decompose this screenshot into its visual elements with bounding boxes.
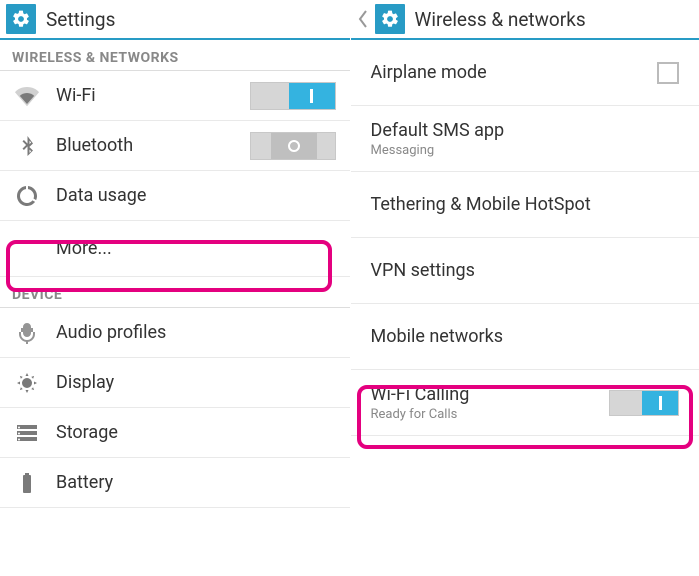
more-label: More...: [56, 238, 336, 259]
default-sms-label: Default SMS app: [371, 120, 680, 141]
wifi-calling-label: Wi-Fi Calling: [371, 384, 594, 405]
audio-profiles-label: Audio profiles: [56, 322, 336, 343]
audio-profiles-icon: [14, 320, 40, 346]
battery-icon: [14, 470, 40, 496]
row-wifi[interactable]: Wi-Fi: [0, 71, 350, 121]
wireless-networks-panel: Wireless & networks Airplane mode Defaul…: [350, 0, 699, 576]
section-wireless-networks: WIRELESS & NETWORKS: [0, 40, 350, 71]
row-tethering[interactable]: Tethering & Mobile HotSpot: [351, 172, 699, 238]
actionbar-settings: Settings: [0, 0, 350, 40]
bluetooth-label: Bluetooth: [56, 135, 234, 156]
wifi-icon: [14, 83, 40, 109]
chevron-left-icon: [358, 10, 368, 28]
page-title-wireless: Wireless & networks: [415, 8, 586, 31]
data-usage-icon: [14, 183, 40, 209]
row-display[interactable]: Display: [0, 358, 350, 408]
row-wifi-calling[interactable]: Wi-Fi Calling Ready for Calls: [351, 370, 699, 436]
wifi-calling-sublabel: Ready for Calls: [371, 407, 594, 422]
gear-icon: [11, 9, 31, 29]
row-battery[interactable]: Battery: [0, 458, 350, 508]
wifi-calling-toggle[interactable]: [609, 390, 679, 416]
airplane-checkbox[interactable]: [657, 62, 679, 84]
display-label: Display: [56, 372, 336, 393]
page-title: Settings: [46, 8, 115, 31]
wifi-toggle[interactable]: [250, 82, 336, 110]
bluetooth-toggle[interactable]: [250, 132, 336, 160]
row-vpn[interactable]: VPN settings: [351, 238, 699, 304]
battery-label: Battery: [56, 472, 336, 493]
row-more[interactable]: More...: [0, 221, 350, 277]
display-icon: [14, 370, 40, 396]
row-data-usage[interactable]: Data usage: [0, 171, 350, 221]
data-usage-label: Data usage: [56, 185, 336, 206]
mobile-networks-label: Mobile networks: [371, 326, 680, 347]
section-device: DEVICE: [0, 277, 350, 308]
bluetooth-icon: [14, 133, 40, 159]
settings-panel: Settings WIRELESS & NETWORKS Wi-Fi Bluet…: [0, 0, 350, 576]
row-storage[interactable]: Storage: [0, 408, 350, 458]
row-default-sms[interactable]: Default SMS app Messaging: [351, 106, 699, 172]
gear-icon: [380, 9, 400, 29]
airplane-label: Airplane mode: [371, 62, 642, 83]
row-audio-profiles[interactable]: Audio profiles: [0, 308, 350, 358]
tethering-label: Tethering & Mobile HotSpot: [371, 194, 680, 215]
row-bluetooth[interactable]: Bluetooth: [0, 121, 350, 171]
storage-icon: [14, 420, 40, 446]
row-airplane-mode[interactable]: Airplane mode: [351, 40, 699, 106]
storage-label: Storage: [56, 422, 336, 443]
back-button[interactable]: [357, 0, 369, 39]
wifi-label: Wi-Fi: [56, 85, 234, 106]
vpn-label: VPN settings: [371, 260, 680, 281]
default-sms-sublabel: Messaging: [371, 143, 680, 158]
settings-app-icon-2: [375, 4, 405, 34]
row-mobile-networks[interactable]: Mobile networks: [351, 304, 699, 370]
settings-app-icon: [6, 4, 36, 34]
actionbar-wireless: Wireless & networks: [351, 0, 699, 40]
